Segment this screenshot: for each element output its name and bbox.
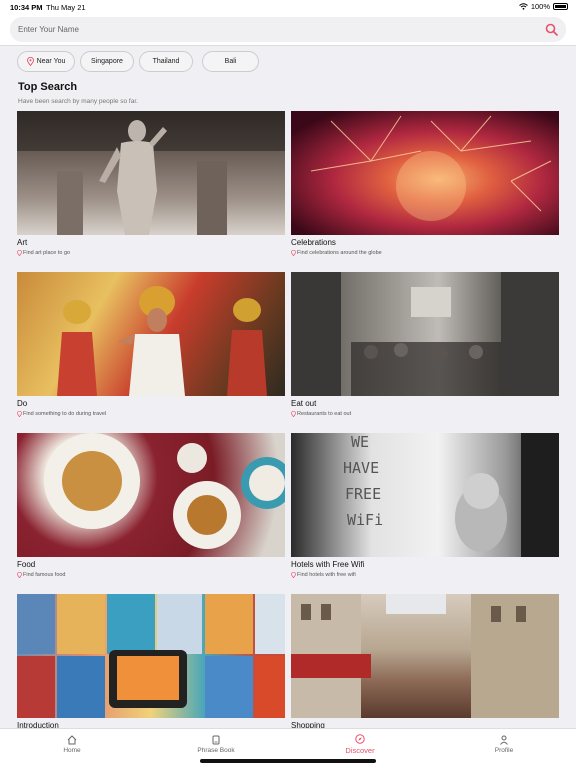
sign-line-2: HAVE (343, 459, 379, 477)
section-subtitle: Have been search by many people so far. (18, 98, 138, 105)
card-title: Hotels with Free Wifi (291, 560, 365, 569)
chip-near-you[interactable]: Near You (17, 51, 75, 72)
chip-label: Thailand (152, 58, 180, 65)
street-cafe-graphic (291, 272, 559, 396)
shopping-image (291, 594, 559, 718)
sign-line-4: WiFi (347, 511, 383, 529)
card-title: Celebrations (291, 238, 336, 247)
card-subtitle-text: Find something to do during travel (23, 411, 107, 417)
chip-label: Bali (224, 58, 237, 65)
status-time: 10:34 PM (10, 3, 43, 12)
tab-discover[interactable]: Discover (315, 734, 405, 755)
location-pin-icon (291, 411, 296, 417)
search-bar (10, 17, 566, 42)
art-image (17, 111, 285, 235)
tab-home[interactable]: Home (27, 735, 117, 754)
card-food[interactable]: Food Find famous food (17, 433, 285, 578)
sign-line-3: FREE (345, 485, 381, 503)
card-subtitle: Find something to do during travel (17, 411, 106, 417)
location-pin-icon (17, 411, 22, 417)
tab-label: Phrase Book (197, 747, 235, 754)
travel-posters-graphic (17, 594, 285, 718)
food-plates-graphic (44, 433, 285, 549)
card-art[interactable]: Art Find art place to go (17, 111, 285, 256)
card-title: Food (17, 560, 36, 569)
compass-icon (355, 734, 365, 744)
eat-out-image (291, 272, 559, 396)
food-image (17, 433, 285, 557)
section-title: Top Search (18, 81, 78, 93)
tab-profile[interactable]: Profile (459, 735, 549, 754)
card-eat-out[interactable]: Eat out Restaurants to eat out (291, 272, 559, 417)
card-title: Do (17, 399, 28, 408)
card-shopping[interactable]: Shopping (291, 594, 559, 730)
status-bar: 10:34 PM Thu May 21 100% (0, 0, 576, 14)
celebrations-image (291, 111, 559, 235)
free-wifi-sign-graphic: WE HAVE FREE WiFi (343, 433, 559, 557)
person-icon (500, 735, 508, 745)
search-icon[interactable] (545, 23, 558, 36)
header (0, 14, 576, 46)
location-pin-icon (17, 250, 22, 256)
location-pin-icon (291, 250, 296, 256)
tab-label: Profile (494, 747, 514, 754)
card-subtitle: Find hotels with free wifi (291, 572, 356, 578)
filter-chips: Near You Singapore Thailand Bali (17, 51, 259, 72)
location-pin-icon (291, 572, 296, 578)
wifi-icon (518, 3, 528, 10)
battery-icon (553, 3, 568, 10)
card-hotels-free-wifi[interactable]: WE HAVE FREE WiFi Hotels with Free Wifi … (291, 433, 559, 578)
chip-thailand[interactable]: Thailand (139, 51, 193, 72)
hotels-image: WE HAVE FREE WiFi (291, 433, 559, 557)
card-subtitle-text: Find celebrations around the globe (297, 250, 382, 256)
tab-label: Discover (345, 746, 375, 755)
card-subtitle-text: Restaurants to eat out (297, 411, 352, 417)
card-subtitle: Find celebrations around the globe (291, 250, 382, 256)
battery-percent: 100% (530, 2, 550, 11)
card-subtitle: Restaurants to eat out (291, 411, 351, 417)
chip-singapore[interactable]: Singapore (80, 51, 134, 72)
sign-line-1: WE (351, 433, 369, 451)
card-title: Art (17, 238, 28, 247)
shopping-street-graphic (291, 594, 559, 718)
card-title: Eat out (291, 399, 317, 408)
card-subtitle: Find famous food (17, 572, 66, 578)
statue-silhouette (17, 111, 285, 235)
card-celebrations[interactable]: Celebrations Find celebrations around th… (291, 111, 559, 256)
card-subtitle-text: Find famous food (23, 572, 66, 578)
chip-label: Singapore (91, 58, 123, 65)
book-icon (212, 735, 220, 745)
tab-phrase-book[interactable]: Phrase Book (171, 735, 261, 754)
status-date: Thu May 21 (46, 3, 86, 12)
search-input[interactable] (18, 17, 538, 42)
chip-bali[interactable]: Bali (202, 51, 259, 72)
dancers-graphic (57, 286, 267, 396)
status-right: 100% (518, 2, 568, 11)
card-subtitle-text: Find art place to go (23, 250, 71, 256)
tab-label: Home (63, 747, 81, 754)
card-introduction[interactable]: Introduction (17, 594, 285, 730)
card-subtitle-text: Find hotels with free wifi (297, 572, 356, 578)
card-do[interactable]: Do Find something to do during travel (17, 272, 285, 417)
fireworks-graphic (310, 115, 552, 221)
home-indicator[interactable] (200, 759, 376, 763)
do-image (17, 272, 285, 396)
card-subtitle: Find art place to go (17, 250, 70, 256)
location-pin-icon (26, 57, 34, 66)
chip-label: Near You (36, 58, 66, 65)
location-pin-icon (17, 572, 22, 578)
home-icon (67, 735, 77, 745)
introduction-image (17, 594, 285, 718)
